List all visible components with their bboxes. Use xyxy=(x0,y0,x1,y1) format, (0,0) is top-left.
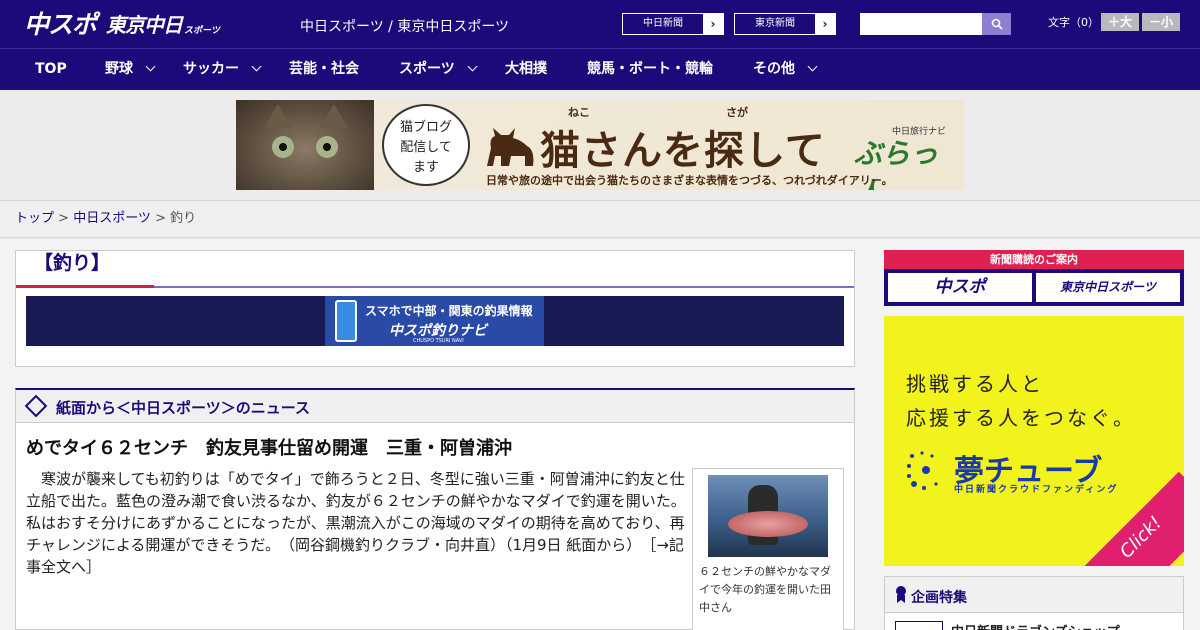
banner-subtitle: 日常や旅の途中で出会う猫たちのさまざまな表情をつづる、つれづれダイアリー。 xyxy=(486,174,893,187)
bubble-text: 猫ブログ 配信して ます xyxy=(399,120,452,175)
chunichi-shimbun-link[interactable]: 中日新聞 › xyxy=(622,13,724,35)
promo-line1: スマホで中部・関東の釣果情報 xyxy=(365,304,533,318)
news-section-header: 紙面から＜中日スポーツ＞のニュース xyxy=(16,390,854,423)
chevron-down-icon xyxy=(251,61,262,72)
logo-tokyo-chunichi[interactable]: 東京中日 xyxy=(106,9,183,38)
cat-eye xyxy=(272,136,294,158)
photo-caption: ６２センチの鮮やかなマダイで今年の釣運を開いた田中さん xyxy=(699,565,831,614)
cat-eye xyxy=(316,136,338,158)
smartphone-icon xyxy=(335,300,357,342)
special-features-box: 企画特集 中日新聞ドラゴンズショップ xyxy=(884,576,1184,630)
category-box: 【釣り】 スマホで中部・関東の釣果情報 中スポ釣りナビ CHUSPO TSURI… xyxy=(15,250,855,367)
subscribe-chuspo-button[interactable]: 中スポ xyxy=(888,273,1032,302)
promo-line2: 中スポ釣りナビ xyxy=(389,323,487,339)
breadcrumb-chunichi-sports[interactable]: 中日スポーツ xyxy=(73,211,151,226)
chevron-right-icon: › xyxy=(815,14,835,34)
site-search xyxy=(860,13,1011,35)
breadcrumb-separator: > xyxy=(150,211,171,226)
subscribe-tokyo-chunichi-button[interactable]: 東京中日スポーツ xyxy=(1036,273,1180,302)
special-item-link[interactable]: 中日新聞ドラゴンズショップ xyxy=(951,621,1120,630)
nav-item-sports[interactable]: スポーツ xyxy=(399,49,478,89)
chevron-right-icon: › xyxy=(703,14,723,34)
chevron-down-icon xyxy=(145,61,156,72)
nav-item-top[interactable]: TOP xyxy=(35,49,67,89)
font-smaller-button[interactable]: －小 xyxy=(1142,13,1180,31)
cat-silhouette-icon xyxy=(487,128,534,166)
tsuri-navi-banner[interactable]: スマホで中部・関東の釣果情報 中スポ釣りナビ CHUSPO TSURI NAVI xyxy=(26,296,844,346)
news-box: 紙面から＜中日スポーツ＞のニュース めでタイ６２センチ 釣友見事仕留め開運 三重… xyxy=(15,388,855,630)
banner-area: 猫ブログ 配信して ます ねこ さが 猫さんを探して 中日旅行ナビ ぶらっ人 日… xyxy=(0,90,1200,200)
nav-item-baseball[interactable]: 野球 xyxy=(105,49,156,89)
yume-tube-subtitle: 中日新聞クラウドファンディング xyxy=(954,485,1119,495)
article-body: 寒波が襲来しても初釣りは「めでタイ」で飾ろうと２日、冬型に強い三重・阿曽浦沖に釣… xyxy=(26,470,686,554)
cat-ear xyxy=(320,104,348,128)
banner-title: 猫さんを探して xyxy=(540,128,826,174)
chunichi-shimbun-label: 中日新聞 xyxy=(623,14,703,34)
newspaper-icon xyxy=(24,394,48,418)
nav-item-label: 芸能・社会 xyxy=(289,61,359,77)
article-photo[interactable] xyxy=(708,475,828,557)
nav-item-label: TOP xyxy=(35,61,67,77)
madai-fish xyxy=(728,511,808,537)
special-features-header: 企画特集 xyxy=(885,577,1183,613)
chevron-down-icon xyxy=(467,61,478,72)
news-section-title: 紙面から＜中日スポーツ＞のニュース xyxy=(56,399,310,417)
dots-icon xyxy=(907,451,938,490)
main-nav: TOP 野球 サッカー 芸能・社会 スポーツ 大相撲 競馬・ボート・競輪 その他 xyxy=(0,48,1200,90)
article-title[interactable]: めでタイ６２センチ 釣友見事仕留め開運 三重・阿曽浦沖 xyxy=(26,434,512,460)
search-input[interactable] xyxy=(860,13,982,35)
nav-item-label: スポーツ xyxy=(399,61,455,77)
logo-sports-small: スポーツ xyxy=(184,25,220,36)
font-larger-button[interactable]: ＋大 xyxy=(1101,13,1139,31)
promo-line3: CHUSPO TSURI NAVI xyxy=(413,338,464,344)
nav-item-others[interactable]: その他 xyxy=(753,49,818,89)
ribbon-icon xyxy=(896,586,906,603)
tsuri-navi-promo: スマホで中部・関東の釣果情報 中スポ釣りナビ CHUSPO TSURI NAVI xyxy=(325,296,544,346)
tokyo-shimbun-label: 東京新聞 xyxy=(735,14,815,34)
breadcrumb-current: 釣り xyxy=(170,211,197,226)
cat-photo xyxy=(236,100,374,190)
page-title: 【釣り】 xyxy=(34,252,111,274)
nav-item-racing[interactable]: 競馬・ボート・競輪 xyxy=(587,49,713,89)
chevron-down-icon xyxy=(807,61,818,72)
breadcrumb-top[interactable]: トップ xyxy=(15,211,54,226)
cat-blog-banner[interactable]: 猫ブログ 配信して ます ねこ さが 猫さんを探して 中日旅行ナビ ぶらっ人 日… xyxy=(236,100,964,190)
yume-line1: 挑戦する人と xyxy=(906,372,1044,396)
nav-item-soccer[interactable]: サッカー xyxy=(183,49,262,89)
logo-chuspo[interactable]: 中スポ xyxy=(24,5,97,41)
article-summary: 寒波が襲来しても初釣りは「めでタイ」で飾ろうと２日、冬型に強い三重・阿曽浦沖に釣… xyxy=(26,468,686,578)
title-underline xyxy=(154,286,854,288)
breadcrumb: トップ > 中日スポーツ > 釣り xyxy=(0,200,1200,238)
tokyo-shimbun-link[interactable]: 東京新聞 › xyxy=(734,13,836,35)
site-title: 中日スポーツ / 東京中日スポーツ xyxy=(300,19,510,35)
nav-item-sumo[interactable]: 大相撲 xyxy=(505,49,547,89)
font-size-label: 文字（0） xyxy=(1048,16,1099,29)
yume-line2: 応援する人をつなぐ。 xyxy=(906,406,1136,430)
yume-tube-banner[interactable]: 挑戦する人と 応援する人をつなぐ。 夢チューブ 中日新聞クラウドファンディング … xyxy=(884,316,1184,566)
nav-item-label: 野球 xyxy=(105,61,133,77)
site-logo[interactable]: 中スポ 東京中日 スポーツ xyxy=(24,5,220,41)
nav-item-label: サッカー xyxy=(183,61,239,77)
nav-item-label: 大相撲 xyxy=(505,61,547,77)
title-underline-accent xyxy=(16,285,154,288)
article-photo-box: ６２センチの鮮やかなマダイで今年の釣運を開いた田中さん xyxy=(692,468,844,630)
breadcrumb-separator: > xyxy=(54,211,74,226)
top-header: 中スポ 東京中日 スポーツ 中日スポーツ / 東京中日スポーツ 中日新聞 › 東… xyxy=(0,0,1200,48)
subscription-heading: 新聞購読のご案内 xyxy=(884,250,1184,269)
nav-item-label: 競馬・ボート・競輪 xyxy=(587,61,713,77)
subscription-box: 新聞購読のご案内 中スポ 東京中日スポーツ xyxy=(884,250,1184,306)
special-features-title: 企画特集 xyxy=(911,590,967,606)
search-icon xyxy=(991,18,1003,30)
search-button[interactable] xyxy=(982,13,1011,35)
nav-item-label: その他 xyxy=(753,61,795,77)
cat-ear xyxy=(264,104,292,128)
speech-bubble: 猫ブログ 配信して ます xyxy=(382,104,470,186)
special-item-thumbnail[interactable] xyxy=(895,621,943,630)
nav-item-entertainment[interactable]: 芸能・社会 xyxy=(289,49,359,89)
